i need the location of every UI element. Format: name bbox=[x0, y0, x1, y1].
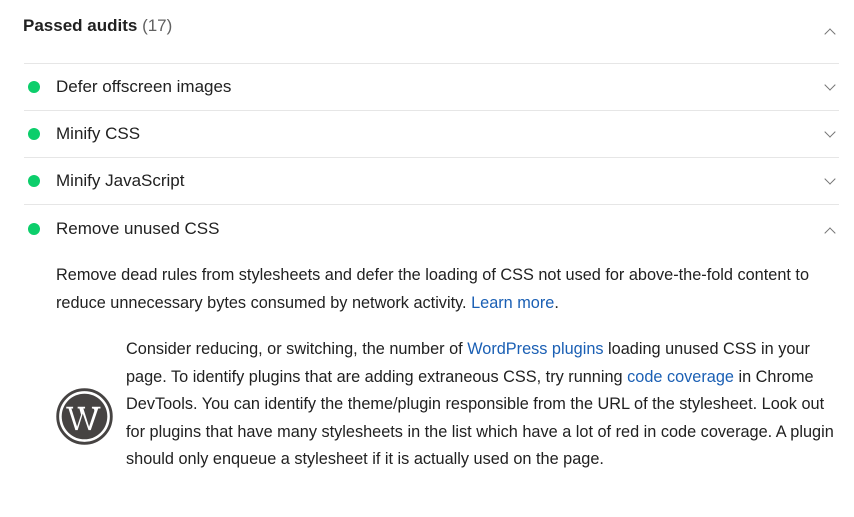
pass-indicator-icon bbox=[28, 81, 40, 93]
audit-title: Minify JavaScript bbox=[56, 171, 185, 190]
chevron-up-icon[interactable] bbox=[824, 227, 836, 239]
learn-more-link[interactable]: Learn more bbox=[471, 294, 554, 312]
pass-indicator-icon bbox=[28, 223, 40, 235]
pass-indicator-icon bbox=[28, 128, 40, 140]
audit-title: Defer offscreen images bbox=[56, 77, 232, 96]
audit-row-defer-offscreen-images[interactable]: Defer offscreen images bbox=[0, 64, 854, 110]
description-suffix: . bbox=[554, 293, 559, 312]
wp-note-text-1: Consider reducing, or switching, the num… bbox=[126, 340, 468, 358]
description-text: Remove dead rules from stylesheets and d… bbox=[56, 266, 809, 312]
passed-audits-header[interactable]: Passed audits (17) bbox=[0, 0, 854, 56]
chevron-down-icon[interactable] bbox=[824, 173, 836, 185]
wordpress-logo-icon bbox=[56, 388, 113, 445]
chevron-up-icon[interactable] bbox=[824, 28, 836, 40]
wordpress-note: Consider reducing, or switching, the num… bbox=[126, 336, 838, 474]
audit-title: Remove unused CSS bbox=[56, 219, 220, 238]
audit-row-remove-unused-css[interactable]: Remove unused CSS bbox=[0, 205, 854, 251]
wordpress-plugins-link[interactable]: WordPress plugins bbox=[467, 340, 603, 358]
section-count: (17) bbox=[142, 16, 173, 35]
code-coverage-link[interactable]: code coverage bbox=[627, 368, 734, 386]
pass-indicator-icon bbox=[28, 175, 40, 187]
section-title: Passed audits (17) bbox=[23, 16, 172, 36]
audit-description: Remove dead rules from stylesheets and d… bbox=[56, 262, 836, 317]
section-title-label: Passed audits bbox=[23, 16, 138, 35]
audit-title: Minify CSS bbox=[56, 124, 141, 143]
audit-panel: Passed audits (17) Defer offscreen image… bbox=[0, 0, 854, 517]
wordpress-stack-pack: Consider reducing, or switching, the num… bbox=[56, 336, 836, 506]
chevron-down-icon[interactable] bbox=[824, 79, 836, 91]
chevron-down-icon[interactable] bbox=[824, 126, 836, 138]
audit-row-minify-javascript[interactable]: Minify JavaScript bbox=[0, 158, 854, 204]
audit-row-minify-css[interactable]: Minify CSS bbox=[0, 111, 854, 157]
